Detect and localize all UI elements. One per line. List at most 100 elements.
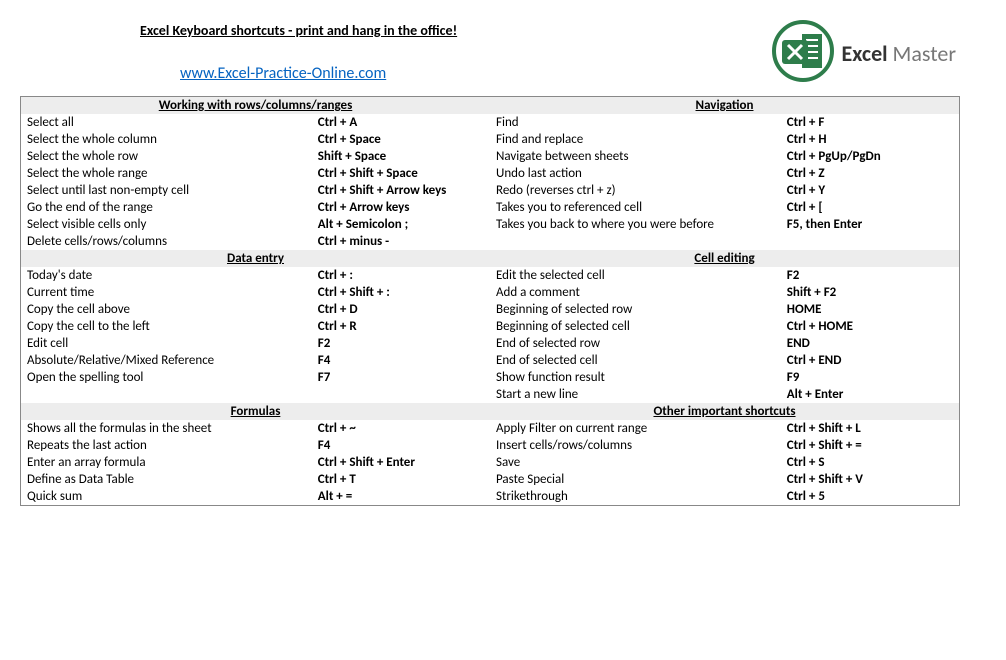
shortcut-description: Go the end of the range (21, 199, 312, 216)
shortcut-row: Apply Filter on current rangeCtrl + Shif… (490, 420, 959, 437)
shortcut-description: Redo (reverses ctrl + z) (490, 182, 781, 199)
shortcut-row: Define as Data TableCtrl + T (21, 471, 490, 488)
shortcut-description: Strikethrough (490, 488, 781, 505)
shortcut-key: Shift + F2 (781, 284, 959, 301)
shortcut-description: Select until last non-empty cell (21, 182, 312, 199)
shortcut-description: Find (490, 114, 781, 131)
shortcut-row: Select allCtrl + A (21, 114, 490, 131)
shortcut-key: Ctrl + F (781, 114, 959, 131)
shortcut-row: Edit the selected cellF2 (490, 267, 959, 284)
shortcut-row: Find and replaceCtrl + H (490, 131, 959, 148)
page-title: Excel Keyboard shortcuts - print and han… (140, 22, 772, 39)
shortcut-row: Select until last non-empty cellCtrl + S… (21, 182, 490, 199)
shortcut-key: Ctrl + H (781, 131, 959, 148)
shortcut-description: End of selected row (490, 335, 781, 352)
shortcut-description: Apply Filter on current range (490, 420, 781, 437)
shortcut-description: Select the whole column (21, 131, 312, 148)
shortcut-row: Undo last actionCtrl + Z (490, 165, 959, 182)
shortcut-row: Takes you to referenced cellCtrl + [ (490, 199, 959, 216)
shortcut-description: Start a new line (490, 386, 781, 403)
shortcut-description: Show function result (490, 369, 781, 386)
shortcut-row: Today's dateCtrl + : (21, 267, 490, 284)
shortcut-key: Ctrl + ~ (312, 420, 490, 437)
shortcut-key: F5, then Enter (781, 216, 959, 233)
shortcut-row: Insert cells/rows/columnsCtrl + Shift + … (490, 437, 959, 454)
shortcut-description: Paste Special (490, 471, 781, 488)
shortcut-description: Quick sum (21, 488, 312, 505)
section-header-formulas: Formulas (21, 403, 491, 420)
shortcut-row: Select the whole rowShift + Space (21, 148, 490, 165)
shortcut-key: Ctrl + T (312, 471, 490, 488)
shortcut-row: Navigate between sheetsCtrl + PgUp/PgDn (490, 148, 959, 165)
shortcut-row: Show function resultF9 (490, 369, 959, 386)
section-header-other: Other important shortcuts (490, 403, 960, 420)
formulas-section: Shows all the formulas in the sheetCtrl … (21, 420, 490, 505)
shortcut-row: Add a commentShift + F2 (490, 284, 959, 301)
excel-logo-icon (772, 20, 834, 86)
cell-section: Edit the selected cellF2Add a commentShi… (490, 267, 959, 403)
header: Excel Keyboard shortcuts - print and han… (20, 20, 986, 86)
shortcut-description: Copy the cell to the left (21, 318, 312, 335)
shortcut-row: Copy the cell to the leftCtrl + R (21, 318, 490, 335)
website-link[interactable]: www.Excel-Practice-Online.com (180, 64, 386, 83)
shortcut-row: Delete cells/rows/columnsCtrl + minus - (21, 233, 490, 250)
shortcut-key: Alt + = (312, 488, 490, 505)
shortcut-row: Select visible cells onlyAlt + Semicolon… (21, 216, 490, 233)
shortcut-description: Takes you back to where you were before (490, 216, 781, 233)
shortcut-row: Select the whole rangeCtrl + Shift + Spa… (21, 165, 490, 182)
shortcut-description: Select visible cells only (21, 216, 312, 233)
shortcut-row: Start a new lineAlt + Enter (490, 386, 959, 403)
shortcut-key: Ctrl + R (312, 318, 490, 335)
shortcut-key: Ctrl + HOME (781, 318, 959, 335)
shortcut-key: F2 (312, 335, 490, 352)
shortcut-row: SaveCtrl + S (490, 454, 959, 471)
shortcut-row: Copy the cell aboveCtrl + D (21, 301, 490, 318)
rows-section: Select allCtrl + ASelect the whole colum… (21, 114, 490, 250)
shortcut-description: Select the whole row (21, 148, 312, 165)
shortcut-key: Ctrl + A (312, 114, 490, 131)
shortcut-row: Beginning of selected rowHOME (490, 301, 959, 318)
shortcut-description: Beginning of selected cell (490, 318, 781, 335)
shortcut-description: Navigate between sheets (490, 148, 781, 165)
shortcut-key: Alt + Enter (781, 386, 959, 403)
shortcut-description: Delete cells/rows/columns (21, 233, 312, 250)
shortcut-row: Open the spelling toolF7 (21, 369, 490, 386)
shortcut-description: Takes you to referenced cell (490, 199, 781, 216)
shortcut-key: Ctrl + Shift + : (312, 284, 490, 301)
shortcut-description: Find and replace (490, 131, 781, 148)
shortcut-row: Edit cellF2 (21, 335, 490, 352)
shortcut-row: Quick sumAlt + = (21, 488, 490, 505)
shortcut-description: Repeats the last action (21, 437, 312, 454)
nav-section: FindCtrl + FFind and replaceCtrl + HNavi… (490, 114, 959, 233)
shortcut-key: Alt + Semicolon ; (312, 216, 490, 233)
shortcut-key: F9 (781, 369, 959, 386)
shortcut-key: Ctrl + Space (312, 131, 490, 148)
shortcut-key: Ctrl + Shift + = (781, 437, 959, 454)
logo-text: Excel Master (842, 40, 956, 67)
shortcut-key: Shift + Space (312, 148, 490, 165)
section-header-cell: Cell editing (490, 250, 960, 267)
shortcut-description: Edit the selected cell (490, 267, 781, 284)
shortcut-description: End of selected cell (490, 352, 781, 369)
shortcut-row: Enter an array formulaCtrl + Shift + Ent… (21, 454, 490, 471)
shortcut-key: Ctrl + Z (781, 165, 959, 182)
logo: Excel Master (772, 20, 956, 86)
shortcut-description: Undo last action (490, 165, 781, 182)
shortcut-key: Ctrl + minus - (312, 233, 490, 250)
shortcut-description: Define as Data Table (21, 471, 312, 488)
shortcut-key: Ctrl + D (312, 301, 490, 318)
shortcut-row: Repeats the last actionF4 (21, 437, 490, 454)
shortcut-key: Ctrl + Shift + L (781, 420, 959, 437)
shortcut-key: Ctrl + Shift + Arrow keys (312, 182, 490, 199)
shortcut-row: StrikethroughCtrl + 5 (490, 488, 959, 505)
shortcut-key: F4 (312, 352, 490, 369)
data-section: Today's dateCtrl + :Current timeCtrl + S… (21, 267, 490, 386)
shortcut-key: Ctrl + 5 (781, 488, 959, 505)
shortcut-row: Redo (reverses ctrl + z)Ctrl + Y (490, 182, 959, 199)
shortcut-description: Beginning of selected row (490, 301, 781, 318)
shortcut-description: Insert cells/rows/columns (490, 437, 781, 454)
shortcut-key: Ctrl + Y (781, 182, 959, 199)
section-header-data: Data entry (21, 250, 491, 267)
shortcut-row: Shows all the formulas in the sheetCtrl … (21, 420, 490, 437)
section-header-rows: Working with rows/columns/ranges (21, 97, 491, 115)
